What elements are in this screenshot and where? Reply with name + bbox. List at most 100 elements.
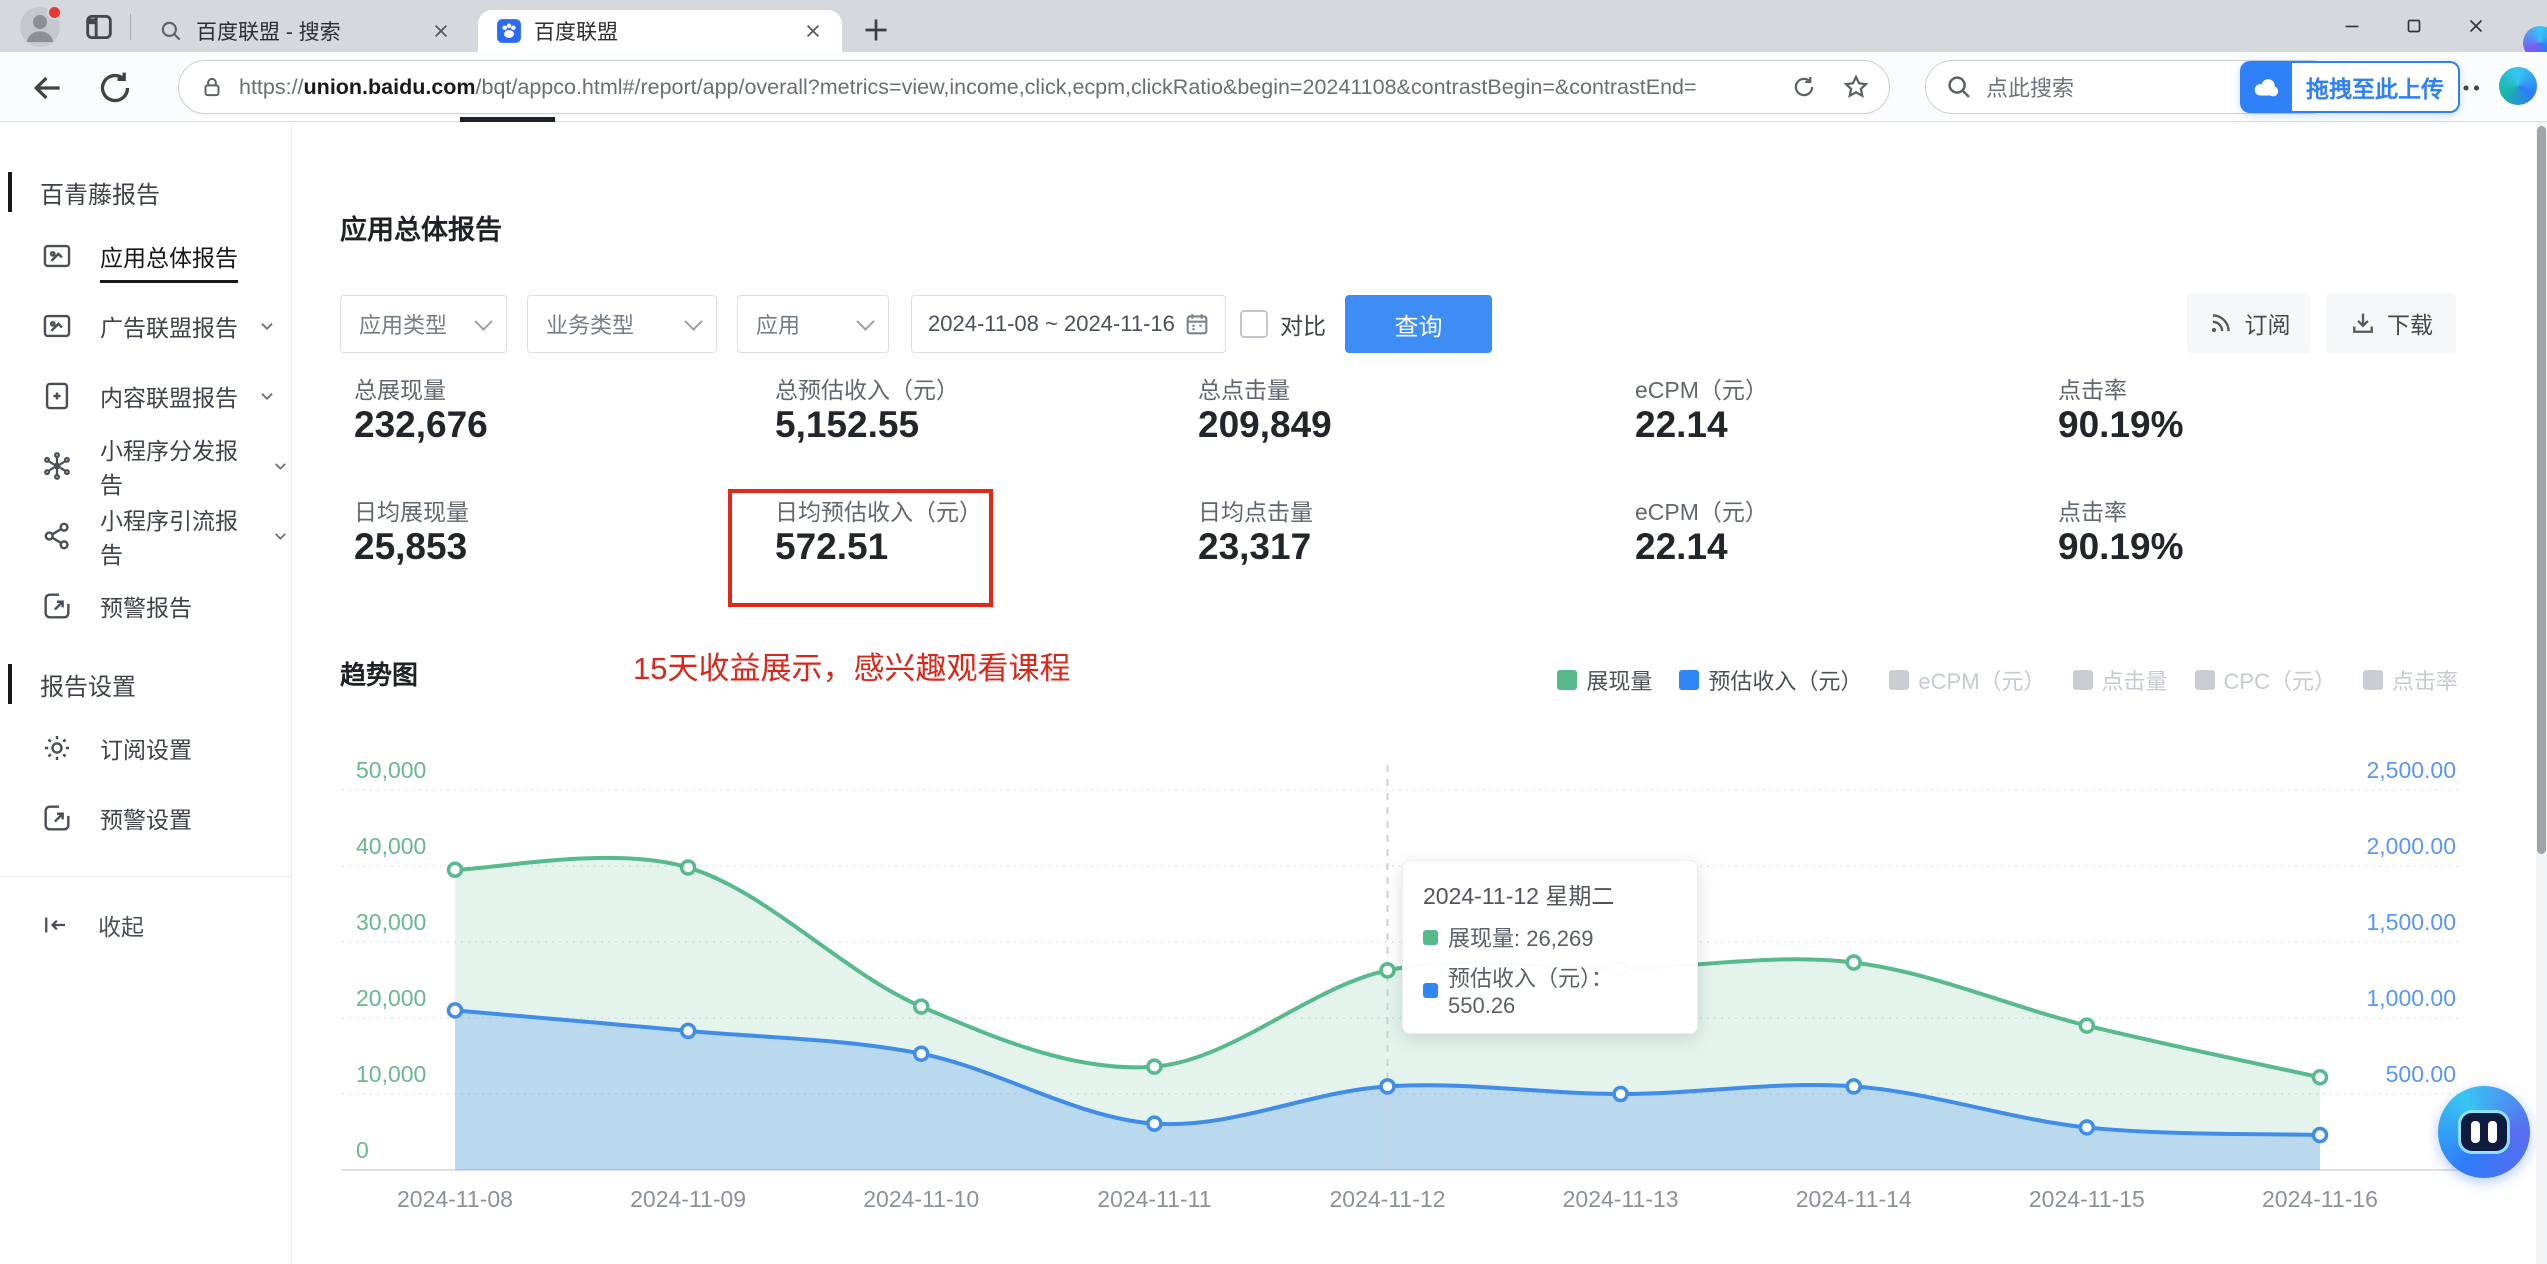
- x-axis-label: 2024-11-16: [2262, 1186, 2378, 1212]
- x-axis-label: 2024-11-13: [1563, 1186, 1679, 1212]
- legend-item-CPC（元）[interactable]: CPC（元）: [2194, 664, 2336, 696]
- data-point-展现量: [2078, 1017, 2096, 1034]
- stat-value: 25,853: [354, 526, 468, 567]
- legend-item-点击量[interactable]: 点击量: [2072, 664, 2168, 696]
- search-icon: [158, 18, 184, 44]
- collapse-label: 收起: [98, 914, 144, 940]
- y-axis-left-tick: 40,000: [356, 833, 426, 859]
- sidebar-item-订阅设置[interactable]: 订阅设置: [0, 720, 291, 776]
- data-point-展现量: [446, 861, 464, 879]
- scrollbar-thumb[interactable]: [2537, 126, 2546, 854]
- chevron-down-icon: [256, 315, 278, 337]
- drag-upload-button[interactable]: 拖拽至此上传: [2240, 61, 2460, 113]
- annotation-text: 15天收益展示，感兴趣观看课程: [633, 651, 1071, 686]
- close-icon[interactable]: [428, 18, 454, 44]
- x-axis-label: 2024-11-12: [1330, 1186, 1446, 1212]
- tooltip-text: 预估收入（元）：550.26: [1448, 966, 1614, 1018]
- chevron-down-icon: [256, 385, 278, 407]
- content-icon: [40, 379, 74, 413]
- minimize-icon[interactable]: [2321, 0, 2383, 52]
- chart-tooltip: 2024-11-12 星期二 展现量: 26,269 预估收入（元）：550.26: [1402, 860, 1698, 1034]
- page-title: 应用总体报告: [340, 215, 502, 245]
- close-icon[interactable]: [2445, 0, 2507, 52]
- section-header-label: 报告设置: [40, 673, 136, 701]
- legend-swatch: [2072, 670, 2093, 690]
- url-bar[interactable]: https://union.baidu.com/bqt/appco.html#/…: [178, 60, 1890, 114]
- compare-checkbox[interactable]: [1240, 310, 1268, 338]
- tab-overview-icon[interactable]: [82, 10, 116, 44]
- sidebar-section-header: 百青藤报告: [0, 170, 291, 214]
- calendar-icon: [1183, 310, 1211, 338]
- legend-label: 展现量: [1586, 669, 1653, 694]
- x-axis-label: 2024-11-14: [1796, 1186, 1912, 1212]
- window-controls: [2321, 0, 2507, 52]
- browser-tab-2[interactable]: 百度联盟: [478, 10, 842, 52]
- legend-item-展现量[interactable]: 展现量: [1557, 664, 1652, 696]
- stat-label: 日均展现量: [354, 499, 469, 525]
- sidebar-item-小程序分发报告[interactable]: 小程序分发报告: [0, 438, 291, 498]
- browser-toolbar: https://union.baidu.com/bqt/appco.html#/…: [0, 52, 2547, 122]
- section-header-label: 百青藤报告: [40, 181, 160, 209]
- stat-label: 总预估收入（元）: [775, 377, 959, 403]
- sidebar-item-预警设置[interactable]: 预警设置: [0, 790, 291, 846]
- legend-swatch: [2362, 670, 2383, 690]
- download-button[interactable]: 下载: [2326, 293, 2456, 353]
- stat-label: 总展现量: [354, 377, 446, 403]
- legend-item-预估收入（元）[interactable]: 预估收入（元）: [1679, 664, 1862, 696]
- subscribe-button[interactable]: 订阅: [2187, 293, 2310, 353]
- series-line-展现量: [454, 855, 2321, 1080]
- sidebar-section-header: 报告设置: [0, 662, 291, 706]
- sidebar-item-应用总体报告[interactable]: 应用总体报告: [0, 228, 291, 284]
- sidebar-item-label: 订阅设置: [100, 737, 192, 763]
- sidebar-item-预警报告[interactable]: 预警报告: [0, 578, 291, 634]
- section-indicator-bar: [8, 664, 12, 704]
- legend-swatch: [2194, 670, 2215, 690]
- assistant-robot-icon[interactable]: [2438, 1086, 2530, 1178]
- trend-chart[interactable]: 0010,000500.0020,0001,000.0030,0001,500.…: [0, 0, 2547, 1264]
- back-icon[interactable]: [28, 68, 68, 108]
- sidebar-item-小程序引流报告[interactable]: 小程序引流报告: [0, 508, 291, 568]
- query-button[interactable]: 查询: [1345, 295, 1492, 353]
- new-tab-icon[interactable]: [858, 12, 894, 48]
- sidebar-collapse-button[interactable]: 收起: [0, 897, 291, 953]
- tooltip-row: 预估收入（元）：550.26: [1423, 961, 1677, 1019]
- sidebar-item-内容联盟报告[interactable]: 内容联盟报告: [0, 368, 291, 424]
- reload-icon[interactable]: [95, 68, 135, 108]
- stat-value: 23,317: [1198, 526, 1312, 567]
- trend-chart-title: 趋势图: [340, 660, 419, 690]
- data-point-展现量: [679, 859, 697, 876]
- legend-swatch: [1889, 670, 1910, 690]
- page-reload-icon[interactable]: [1789, 72, 1819, 102]
- biz-type-select[interactable]: 业务类型: [527, 295, 717, 353]
- stat-label: 日均点击量: [1198, 499, 1313, 525]
- avatar-icon[interactable]: [20, 5, 62, 47]
- copilot-toolbar-icon[interactable]: [2496, 64, 2540, 108]
- date-range-input[interactable]: 2024-11-08 ~ 2024-11-16: [911, 295, 1226, 353]
- upload-cloud-icon: [2240, 61, 2292, 113]
- data-point-预估收入（元）: [1845, 1078, 1862, 1095]
- sidebar-item-广告联盟报告[interactable]: 广告联盟报告: [0, 298, 291, 354]
- legend-item-eCPM（元）[interactable]: eCPM（元）: [1889, 664, 2046, 696]
- legend-swatch: [1557, 670, 1578, 690]
- app-type-select[interactable]: 应用类型: [340, 295, 507, 353]
- chevron-down-icon: [684, 311, 703, 331]
- y-axis-left-tick: 0: [356, 1137, 369, 1163]
- section-indicator-bar: [8, 172, 12, 212]
- stat-label: eCPM（元）: [1635, 499, 1768, 525]
- stat-label: 点击率: [2058, 499, 2127, 525]
- star-icon[interactable]: [1841, 72, 1871, 102]
- maximize-icon[interactable]: [2383, 0, 2445, 52]
- legend-item-点击率[interactable]: 点击率: [2362, 664, 2458, 696]
- report-icon: [40, 309, 74, 343]
- app-select[interactable]: 应用: [737, 295, 889, 353]
- alert-icon: [40, 589, 74, 623]
- share-icon: [40, 519, 74, 553]
- stat-value: 90.19%: [2058, 526, 2184, 567]
- data-point-预估收入（元）: [2078, 1119, 2096, 1136]
- legend-label: eCPM（元）: [1918, 669, 2046, 694]
- sidebar: 百青藤报告应用总体报告 广告联盟报告 内容联盟报告小程序分发报告 小程序引流报告预警报…: [0, 122, 292, 1264]
- sidebar-item-label: 小程序引流报告: [100, 508, 238, 568]
- browser-tab-1[interactable]: 百度联盟 - 搜索: [140, 10, 470, 52]
- close-icon[interactable]: [800, 18, 826, 44]
- sidebar-item-label: 小程序分发报告: [100, 438, 238, 498]
